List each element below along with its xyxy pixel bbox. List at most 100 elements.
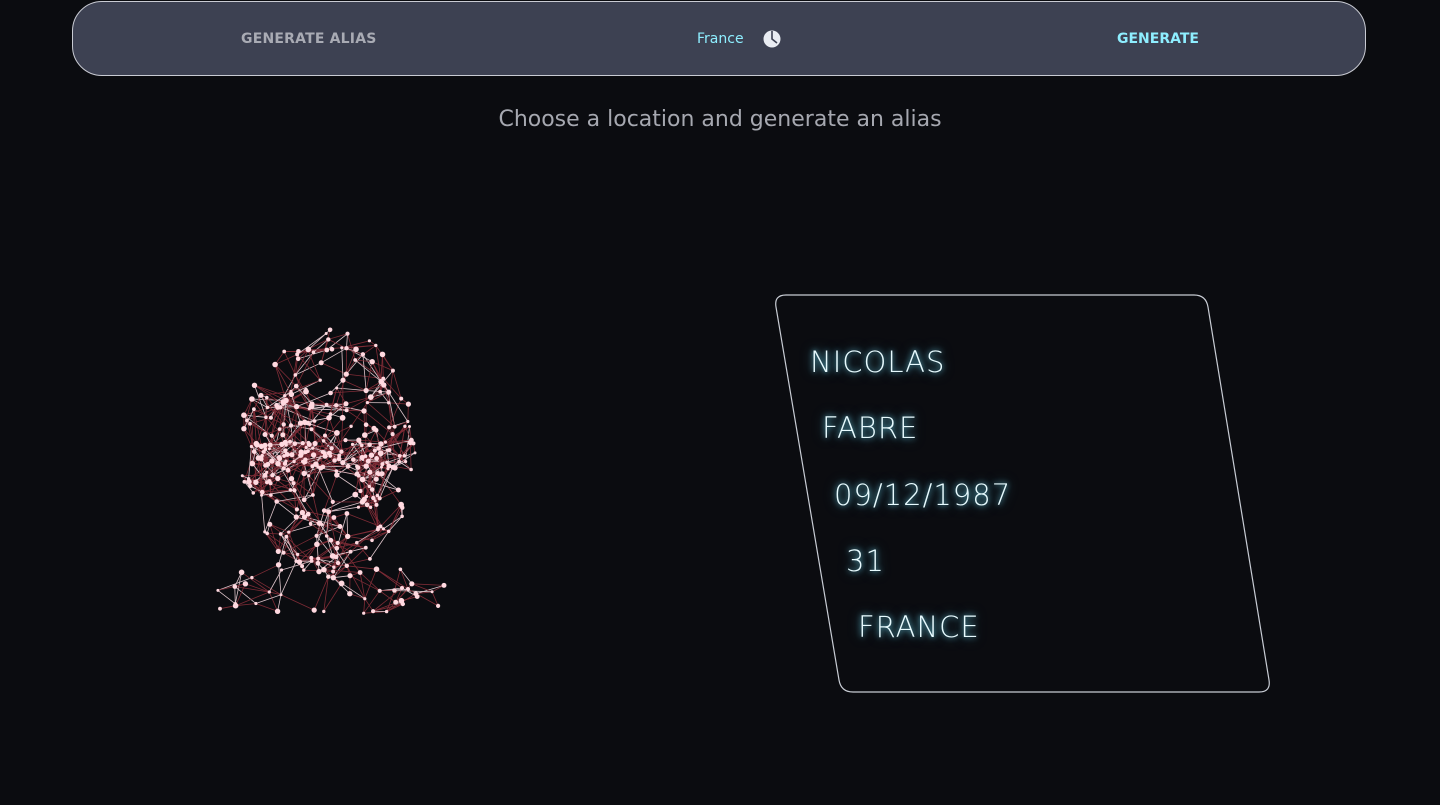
mesh-point xyxy=(368,505,373,509)
mesh-point xyxy=(343,371,349,377)
mesh-point xyxy=(311,607,317,613)
mesh-point xyxy=(277,456,283,462)
mesh-point xyxy=(408,425,411,428)
mesh-point xyxy=(343,401,349,407)
mesh-point xyxy=(242,479,247,484)
mesh-point xyxy=(247,477,251,481)
mesh-point xyxy=(250,575,254,580)
mesh-point xyxy=(404,460,408,464)
mesh-point xyxy=(378,378,384,385)
mesh-point xyxy=(367,442,372,448)
mesh-point xyxy=(334,430,340,436)
mesh-point xyxy=(292,488,297,493)
mesh-line xyxy=(356,542,371,560)
mesh-point xyxy=(249,460,256,467)
mesh-point xyxy=(367,394,374,400)
mesh-point xyxy=(329,446,334,451)
mesh-point xyxy=(351,457,356,462)
mesh-point xyxy=(301,497,307,503)
mesh-point xyxy=(363,545,368,550)
mesh-point xyxy=(275,460,281,467)
mesh-point xyxy=(321,508,327,513)
mesh-point xyxy=(249,444,253,449)
mesh-point xyxy=(282,461,288,466)
mesh-point xyxy=(281,422,286,427)
page: GENERATE ALIAS France GENERATE Choose a … xyxy=(0,0,1440,805)
mesh-point xyxy=(262,442,268,448)
mesh-point xyxy=(345,463,351,469)
mesh-point xyxy=(289,389,293,393)
mesh-point xyxy=(264,415,268,420)
mesh-point xyxy=(303,450,308,455)
mesh-point xyxy=(328,537,334,543)
mesh-point xyxy=(267,590,271,594)
mesh-point xyxy=(398,567,403,572)
mesh-point xyxy=(268,415,273,420)
mesh-point xyxy=(242,581,249,587)
country-selector[interactable]: France xyxy=(697,31,744,47)
mesh-point xyxy=(326,509,332,515)
mesh-point xyxy=(284,452,290,457)
mesh-line xyxy=(371,530,389,541)
mesh-line xyxy=(243,428,252,447)
mesh-point xyxy=(279,568,284,572)
mesh-point xyxy=(355,464,359,468)
mesh-point xyxy=(363,422,369,427)
mesh-point xyxy=(274,608,281,614)
mesh-point xyxy=(367,339,371,343)
mesh-point xyxy=(373,499,377,503)
mesh-point xyxy=(324,332,328,335)
mesh-point xyxy=(312,440,318,447)
mesh-point xyxy=(409,467,413,472)
mesh-line xyxy=(261,495,266,532)
mesh-point xyxy=(357,570,363,575)
globe-icon[interactable] xyxy=(763,30,781,48)
alias-last-name: FABRE xyxy=(822,411,919,445)
mesh-point xyxy=(381,527,385,531)
mesh-point xyxy=(393,599,399,605)
generate-button[interactable]: GENERATE xyxy=(1117,31,1199,47)
mesh-point xyxy=(344,408,349,413)
mesh-point xyxy=(260,489,265,495)
mesh-point xyxy=(304,445,308,450)
mesh-point xyxy=(253,479,259,485)
mesh-point xyxy=(356,437,362,443)
mesh-line xyxy=(346,565,377,570)
mesh-point xyxy=(238,569,245,576)
mesh-point xyxy=(321,566,327,573)
mesh-line xyxy=(283,351,296,376)
alias-birth-date: 09/12/1987 xyxy=(834,478,1012,512)
mesh-point xyxy=(363,454,368,458)
mesh-point xyxy=(248,421,252,426)
mesh-point xyxy=(282,349,287,354)
mesh-point xyxy=(318,378,322,382)
mesh-point xyxy=(269,433,274,438)
mesh-point xyxy=(344,563,349,568)
mesh-point xyxy=(339,414,346,421)
mesh-point xyxy=(280,432,286,438)
mesh-point xyxy=(355,471,360,476)
mesh-line xyxy=(362,354,367,391)
mesh-point xyxy=(303,457,308,462)
mesh-line xyxy=(365,361,373,391)
mesh-point xyxy=(365,401,369,405)
mesh-line xyxy=(301,544,318,567)
mesh-line xyxy=(245,583,270,593)
mesh-point xyxy=(328,390,333,396)
mesh-point xyxy=(245,418,249,423)
mesh-point xyxy=(288,476,295,482)
page-subtitle: Choose a location and generate an alias xyxy=(498,107,942,132)
mesh-point xyxy=(369,359,375,365)
mesh-line xyxy=(234,586,236,604)
mesh-point xyxy=(413,451,417,455)
mesh-point xyxy=(392,424,397,429)
mesh-line xyxy=(341,417,343,452)
mesh-point xyxy=(329,553,336,559)
mesh-line xyxy=(400,569,409,590)
mesh-point xyxy=(267,521,273,527)
mesh-point xyxy=(308,521,313,526)
mesh-point xyxy=(249,396,255,402)
mesh-point xyxy=(397,459,401,464)
mesh-point xyxy=(330,499,335,504)
mesh-line xyxy=(363,598,366,614)
